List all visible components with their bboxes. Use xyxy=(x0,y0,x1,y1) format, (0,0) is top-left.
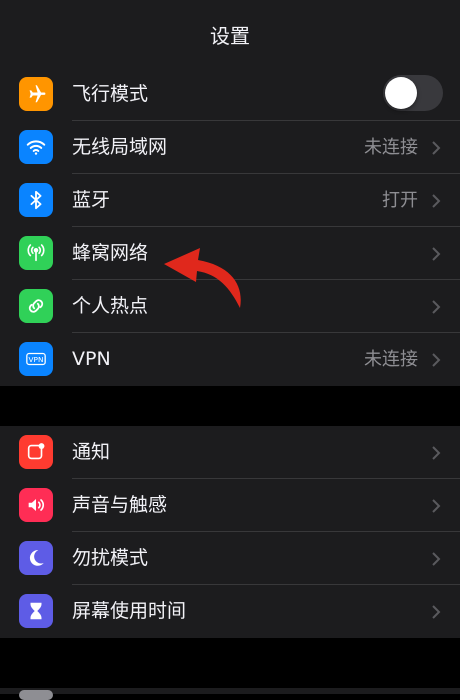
settings-row-wifi[interactable]: 无线局域网 未连接 xyxy=(0,121,460,174)
chevron-right-icon xyxy=(432,300,441,314)
row-label: 无线局域网 xyxy=(72,136,168,158)
vpn-icon: VPN xyxy=(19,342,53,376)
settings-row-do-not-disturb[interactable]: 勿扰模式 xyxy=(0,532,460,585)
settings-row-cellular[interactable]: 蜂窝网络 xyxy=(0,227,460,280)
settings-group-connectivity: 飞行模式 无线局域网 未连接 蓝牙 打开 蜂窝网络 个人热点 VPN VPN 未… xyxy=(0,68,460,386)
row-value: 未连接 xyxy=(364,137,418,158)
navigation-bar: 设置 xyxy=(0,0,460,69)
row-label: 蓝牙 xyxy=(72,189,111,211)
cellular-antenna-icon xyxy=(19,236,53,270)
row-value: 未连接 xyxy=(364,349,418,370)
settings-row-screen-time[interactable]: 屏幕使用时间 xyxy=(0,585,460,638)
moon-icon xyxy=(19,541,53,575)
settings-group-next xyxy=(0,688,460,700)
hotspot-chain-icon xyxy=(19,289,53,323)
svg-text:VPN: VPN xyxy=(29,355,44,364)
chevron-right-icon xyxy=(432,353,441,367)
row-label: 飞行模式 xyxy=(72,83,149,105)
row-label: 屏幕使用时间 xyxy=(72,600,187,622)
row-label: VPN xyxy=(72,348,111,370)
row-label: 声音与触感 xyxy=(72,494,168,516)
airplane-mode-toggle[interactable] xyxy=(383,75,443,111)
page-title: 设置 xyxy=(210,23,250,48)
settings-group-notifications: 通知 声音与触感 勿扰模式 屏幕使用时间 xyxy=(0,426,460,638)
airplane-icon xyxy=(19,77,53,111)
toggle-knob xyxy=(385,77,417,109)
row-value: 打开 xyxy=(382,190,418,211)
row-label: 蜂窝网络 xyxy=(72,242,149,264)
row-label: 个人热点 xyxy=(72,295,149,317)
row-label: 通知 xyxy=(72,441,111,463)
notification-icon xyxy=(19,435,53,469)
chevron-right-icon xyxy=(432,605,441,619)
row-label: 勿扰模式 xyxy=(72,547,149,569)
bluetooth-icon xyxy=(19,183,53,217)
chevron-right-icon xyxy=(432,446,441,460)
chevron-right-icon xyxy=(432,552,441,566)
partial-icon xyxy=(19,690,53,700)
settings-row-bluetooth[interactable]: 蓝牙 打开 xyxy=(0,174,460,227)
chevron-right-icon xyxy=(432,141,441,155)
speaker-icon xyxy=(19,488,53,522)
settings-row-sounds-haptics[interactable]: 声音与触感 xyxy=(0,479,460,532)
settings-row-airplane-mode[interactable]: 飞行模式 xyxy=(0,68,460,121)
hourglass-icon xyxy=(19,594,53,628)
settings-row-vpn[interactable]: VPN VPN 未连接 xyxy=(0,333,460,386)
chevron-right-icon xyxy=(432,499,441,513)
settings-row-personal-hotspot[interactable]: 个人热点 xyxy=(0,280,460,333)
settings-row-notifications[interactable]: 通知 xyxy=(0,426,460,479)
chevron-right-icon xyxy=(432,194,441,208)
chevron-right-icon xyxy=(432,247,441,261)
wifi-icon xyxy=(19,130,53,164)
